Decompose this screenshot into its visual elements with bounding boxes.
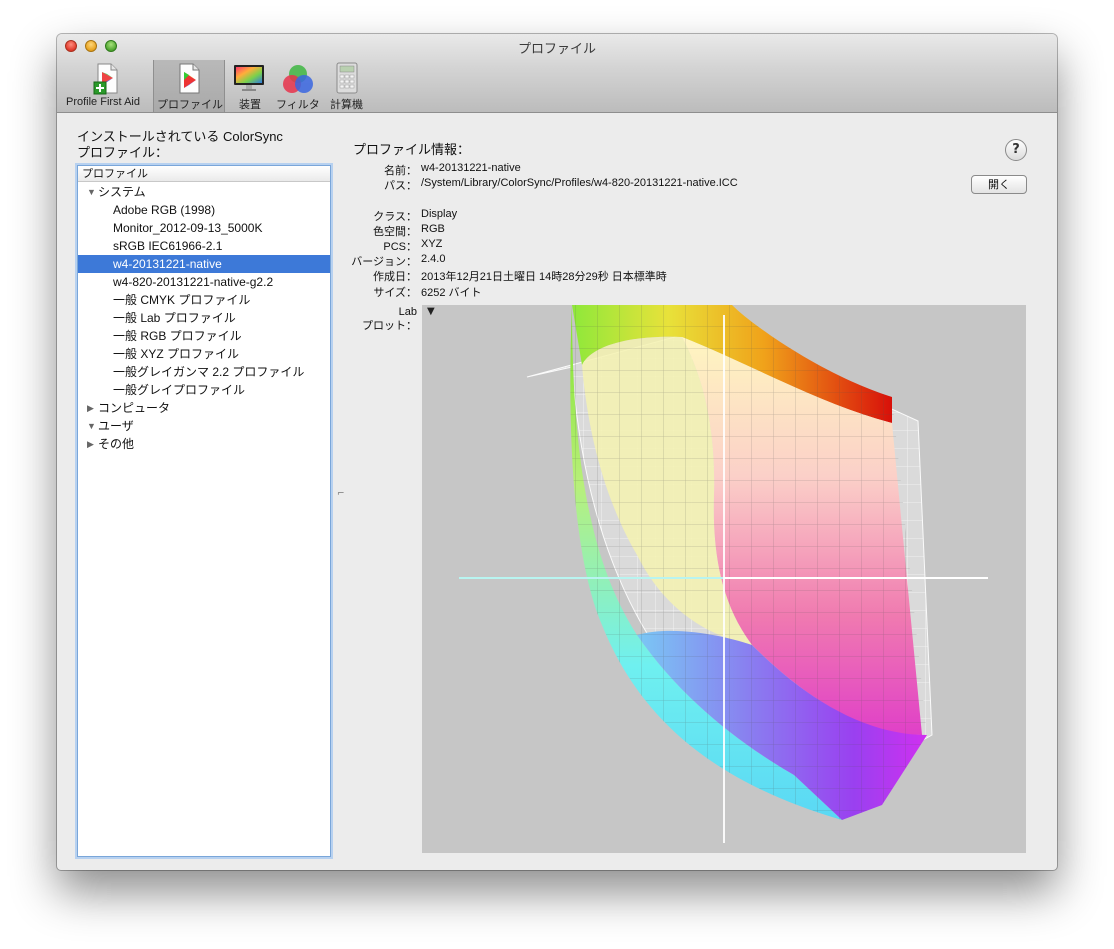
list-item[interactable]: 一般 CMYK プロファイル [78, 291, 330, 309]
titlebar: プロファイル Profile First Aid プロファイル 装置 フィルタ … [57, 34, 1057, 113]
toolbar-label: 計算機 [330, 99, 363, 111]
list-item[interactable]: Monitor_2012-09-13_5000K [78, 219, 330, 237]
toolbar-label: プロファイル [157, 99, 223, 111]
color-space-value: RGB [421, 223, 445, 235]
split-view-handle[interactable]: ⌐ [337, 489, 345, 499]
class-label: クラス： [373, 211, 417, 223]
profile-list[interactable]: プロファイル ▼ システム Adobe RGB (1998) Monitor_2… [77, 165, 331, 857]
group-label: システム [98, 185, 146, 199]
list-item[interactable]: 一般グレイガンマ 2.2 プロファイル [78, 363, 330, 381]
help-button[interactable]: ? [1005, 139, 1027, 161]
toolbar-label: フィルタ [276, 99, 320, 111]
installed-profiles-title-line2: プロファイル： [77, 145, 169, 160]
list-item[interactable]: 一般 Lab プロファイル [78, 309, 330, 327]
color-space-label: 色空間： [373, 226, 417, 238]
created-label: 作成日： [373, 271, 417, 283]
group-label: ユーザ [98, 419, 134, 433]
toolbar-label: Profile First Aid [66, 96, 140, 108]
path-label: パス： [384, 180, 417, 192]
name-value: w4-20131221-native [421, 162, 521, 174]
name-label: 名前： [384, 165, 417, 177]
profile-window: プロファイル Profile First Aid プロファイル 装置 フィルタ … [57, 34, 1057, 870]
display-icon [234, 65, 264, 91]
list-item-selected[interactable]: w4-20131221-native [78, 255, 330, 273]
disclosure-expanded-icon[interactable]: ▼ [87, 183, 96, 201]
list-item[interactable]: sRGB IEC61966-2.1 [78, 237, 330, 255]
profile-info-heading: プロファイル情報： [353, 142, 471, 157]
lab-gamut-plot[interactable] [422, 305, 1026, 853]
disclosure-expanded-icon[interactable]: ▼ [87, 417, 96, 435]
lab-plot-label: Lab プロット： [362, 305, 417, 333]
list-item[interactable]: 一般グレイプロファイル [78, 381, 330, 399]
installed-profiles-title: インストールされている ColorSync プロファイル： [77, 129, 283, 161]
toolbar-profiles[interactable]: プロファイル [153, 60, 225, 112]
path-value: /System/Library/ColorSync/Profiles/w4-82… [421, 177, 738, 189]
toolbar-label: 装置 [239, 99, 261, 111]
group-label: その他 [98, 437, 135, 451]
group-system[interactable]: ▼ システム [78, 183, 330, 201]
group-computer[interactable]: ▶ コンピュータ [78, 399, 330, 417]
pcs-value: XYZ [421, 238, 443, 250]
toolbar-filters[interactable]: フィルタ [273, 60, 323, 112]
window-title: プロファイル [517, 42, 596, 57]
group-label: コンピュータ [98, 401, 171, 415]
size-label: サイズ： [373, 287, 417, 299]
open-button[interactable]: 開く [971, 175, 1027, 194]
group-user[interactable]: ▼ ユーザ [78, 417, 330, 435]
color-filter-icon [283, 65, 313, 93]
lab-plot-label-line1: Lab [398, 306, 417, 318]
list-item[interactable]: w4-820-20131221-native-g2.2 [78, 273, 330, 291]
plot-options-menu-icon[interactable]: ▼ [427, 306, 435, 317]
size-value: 6252 バイト [421, 287, 482, 299]
version-value: 2.4.0 [421, 253, 446, 265]
pcs-label: PCS： [383, 241, 417, 253]
disclosure-collapsed-icon[interactable]: ▶ [87, 435, 94, 453]
group-other[interactable]: ▶ その他 [78, 435, 330, 453]
lab-plot-view[interactable]: ▼ [422, 305, 1026, 853]
list-item[interactable]: Adobe RGB (1998) [78, 201, 330, 219]
toolbar-profile-first-aid[interactable]: Profile First Aid [65, 60, 149, 112]
disclosure-collapsed-icon[interactable]: ▶ [87, 399, 94, 417]
version-label: バージョン： [351, 256, 417, 268]
list-item[interactable]: 一般 RGB プロファイル [78, 327, 330, 345]
profile-doc-icon [179, 63, 200, 94]
column-header-profile[interactable]: プロファイル [78, 166, 330, 182]
class-value: Display [421, 208, 458, 220]
toolbar-devices[interactable]: 装置 [229, 60, 269, 112]
created-value: 2013年12月21日土曜日 14時28分29秒 日本標準時 [421, 271, 667, 283]
calculator-icon [336, 62, 358, 94]
installed-profiles-title-line1: インストールされている ColorSync [77, 129, 283, 144]
toolbar-calculator[interactable]: 計算機 [327, 60, 367, 112]
first-aid-doc-icon [93, 63, 118, 95]
lab-plot-label-line2: プロット： [362, 320, 417, 332]
list-item[interactable]: 一般 XYZ プロファイル [78, 345, 330, 363]
